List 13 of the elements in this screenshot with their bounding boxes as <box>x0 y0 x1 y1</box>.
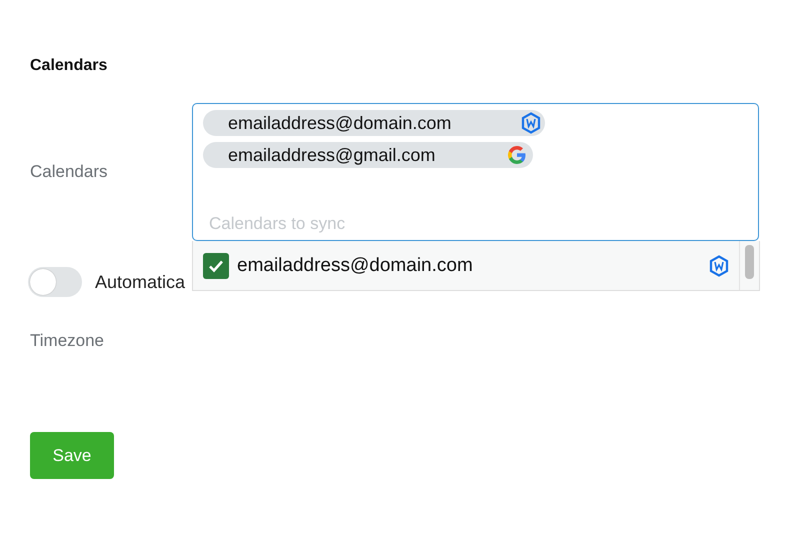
calendar-chip[interactable]: emailaddress@domain.com <box>203 110 546 136</box>
calendars-label: Calendars <box>30 162 108 182</box>
auto-label: Automatica <box>95 272 186 292</box>
hexagon-icon <box>521 112 542 134</box>
check-icon <box>208 258 224 272</box>
calendar-select-field[interactable]: emailaddress@domain.com emailaddress@gmail.com Calendars to sync <box>192 103 759 241</box>
section-heading: Calendars <box>30 56 108 76</box>
toggle-switch[interactable] <box>28 267 82 297</box>
calendar-chip[interactable]: emailaddress@gmail.com <box>203 142 534 168</box>
hexagon-icon <box>709 254 729 276</box>
option-label[interactable]: emailaddress@domain.com <box>237 254 701 276</box>
timezone-label: Timezone <box>30 331 106 352</box>
checkbox[interactable] <box>203 252 229 278</box>
